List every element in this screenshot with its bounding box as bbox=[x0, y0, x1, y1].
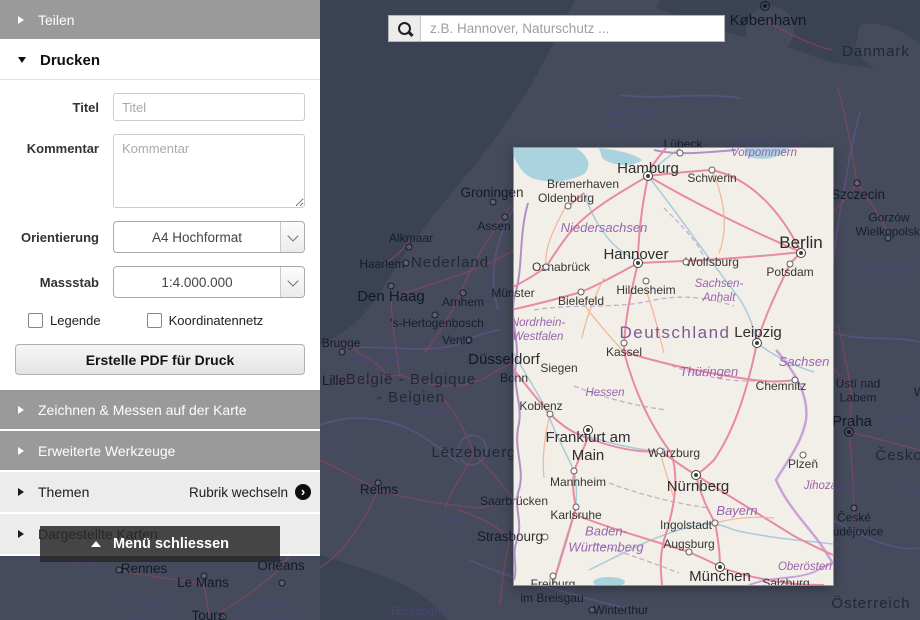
dropdown-arrow bbox=[280, 222, 304, 252]
city-marker-icon bbox=[752, 338, 762, 348]
grid-label: Koordinatennetz bbox=[169, 313, 264, 328]
triangle-right-icon bbox=[18, 488, 24, 496]
triangle-up-icon bbox=[91, 541, 101, 547]
title-input[interactable] bbox=[113, 93, 305, 121]
city-marker-icon bbox=[543, 264, 550, 271]
panel-label: Erweiterte Werkzeuge bbox=[38, 443, 320, 459]
chevron-down-icon bbox=[287, 275, 298, 286]
city-marker-icon bbox=[388, 283, 395, 290]
app-window: KøbenhavnDanmarkLübeckSzczecinGorzów Wie… bbox=[0, 0, 920, 620]
city-marker-icon bbox=[844, 427, 854, 437]
triangle-right-icon bbox=[18, 530, 24, 538]
panel-header-themen[interactable]: Themen Rubrik wechseln bbox=[0, 472, 320, 512]
city-marker-icon bbox=[589, 607, 596, 614]
city-marker-icon bbox=[633, 258, 643, 268]
chevron-down-icon bbox=[287, 230, 298, 241]
panel-header-zeichnen[interactable]: Zeichnen & Messen auf der Karte bbox=[0, 390, 320, 429]
city-marker-icon bbox=[490, 199, 497, 206]
city-marker-icon bbox=[403, 260, 410, 267]
print-panel-body: Titel Kommentar Orientierung A4 Hochform… bbox=[0, 93, 320, 390]
sidebar-menu: Teilen Drucken Titel Kommentar Orientier… bbox=[0, 0, 320, 556]
title-label: Titel bbox=[0, 100, 113, 115]
triangle-right-icon bbox=[18, 406, 24, 414]
search-button[interactable] bbox=[389, 16, 421, 41]
orientation-select[interactable]: A4 Hochformat bbox=[113, 221, 305, 253]
rubrik-wechseln-label: Rubrik wechseln bbox=[189, 485, 288, 500]
triangle-right-icon bbox=[18, 447, 24, 455]
city-marker-icon bbox=[792, 377, 799, 384]
city-marker-icon bbox=[583, 425, 593, 435]
city-marker-icon bbox=[691, 470, 701, 480]
orientation-value: A4 Hochformat bbox=[114, 222, 280, 252]
panel-header-werkzeuge[interactable]: Erweiterte Werkzeuge bbox=[0, 431, 320, 470]
chevron-right-circle-icon bbox=[295, 484, 311, 500]
close-menu-label: Menü schliessen bbox=[113, 536, 229, 552]
city-marker-icon bbox=[565, 203, 572, 210]
city-marker-icon bbox=[683, 259, 690, 266]
city-marker-icon bbox=[339, 349, 346, 356]
triangle-down-icon bbox=[18, 57, 26, 63]
legend-checkbox[interactable] bbox=[28, 313, 43, 328]
city-marker-icon bbox=[460, 290, 467, 297]
city-marker-icon bbox=[432, 312, 439, 319]
city-marker-icon bbox=[787, 261, 794, 268]
city-marker-icon bbox=[573, 504, 580, 511]
city-marker-icon bbox=[116, 567, 123, 574]
search-input[interactable] bbox=[421, 16, 724, 41]
legend-label: Legende bbox=[50, 313, 101, 328]
orientation-label: Orientierung bbox=[0, 230, 113, 245]
city-marker-icon bbox=[657, 448, 664, 455]
city-marker-icon bbox=[796, 248, 806, 258]
panel-label: Themen bbox=[38, 484, 189, 500]
city-marker-icon bbox=[712, 520, 719, 527]
scale-value: 1:4.000.000 bbox=[114, 267, 280, 297]
city-marker-icon bbox=[800, 452, 807, 459]
city-marker-icon bbox=[885, 235, 892, 242]
city-marker-icon bbox=[709, 167, 716, 174]
map-bright-graphics bbox=[514, 148, 833, 585]
city-marker-icon bbox=[571, 468, 578, 475]
panel-header-drucken[interactable]: Drucken bbox=[0, 41, 320, 80]
scale-select[interactable]: 1:4.000.000 bbox=[113, 266, 305, 298]
rubrik-wechseln-button[interactable]: Rubrik wechseln bbox=[189, 484, 320, 500]
grid-checkbox[interactable] bbox=[147, 313, 162, 328]
city-marker-icon bbox=[466, 337, 473, 344]
city-marker-icon bbox=[643, 278, 650, 285]
city-marker-icon bbox=[677, 150, 684, 157]
city-marker-icon bbox=[550, 573, 557, 580]
city-marker-icon bbox=[621, 340, 628, 347]
city-marker-icon bbox=[643, 171, 653, 181]
print-preview-extent[interactable]: HamburgSchwerinBremerhavenOldenburgBerli… bbox=[514, 148, 833, 585]
triangle-right-icon bbox=[18, 16, 24, 24]
city-marker-icon bbox=[542, 534, 549, 541]
city-marker-icon bbox=[406, 244, 413, 251]
panel-label: Drucken bbox=[40, 52, 320, 69]
city-marker-icon bbox=[502, 214, 509, 221]
city-marker-icon bbox=[851, 505, 858, 512]
city-marker-icon bbox=[547, 411, 554, 418]
city-marker-icon bbox=[715, 562, 725, 572]
comment-textarea[interactable] bbox=[113, 134, 305, 208]
city-marker-icon bbox=[375, 480, 382, 487]
city-marker-icon bbox=[686, 549, 693, 556]
close-menu-button[interactable]: Menü schliessen bbox=[40, 526, 280, 562]
city-marker-icon bbox=[578, 289, 585, 296]
city-marker-icon bbox=[220, 614, 227, 620]
panel-header-teilen[interactable]: Teilen bbox=[0, 0, 320, 39]
city-marker-icon bbox=[854, 180, 861, 187]
panel-label: Zeichnen & Messen auf der Karte bbox=[38, 402, 320, 418]
city-marker-icon bbox=[201, 573, 208, 580]
panel-label: Teilen bbox=[38, 12, 320, 28]
city-marker-icon bbox=[760, 1, 770, 11]
city-marker-icon bbox=[279, 580, 286, 587]
create-pdf-button[interactable]: Erstelle PDF für Druck bbox=[15, 344, 305, 375]
comment-label: Kommentar bbox=[0, 134, 113, 156]
scale-label: Massstab bbox=[0, 275, 113, 290]
search-bar bbox=[388, 15, 725, 42]
dropdown-arrow bbox=[280, 267, 304, 297]
search-icon bbox=[398, 22, 411, 35]
